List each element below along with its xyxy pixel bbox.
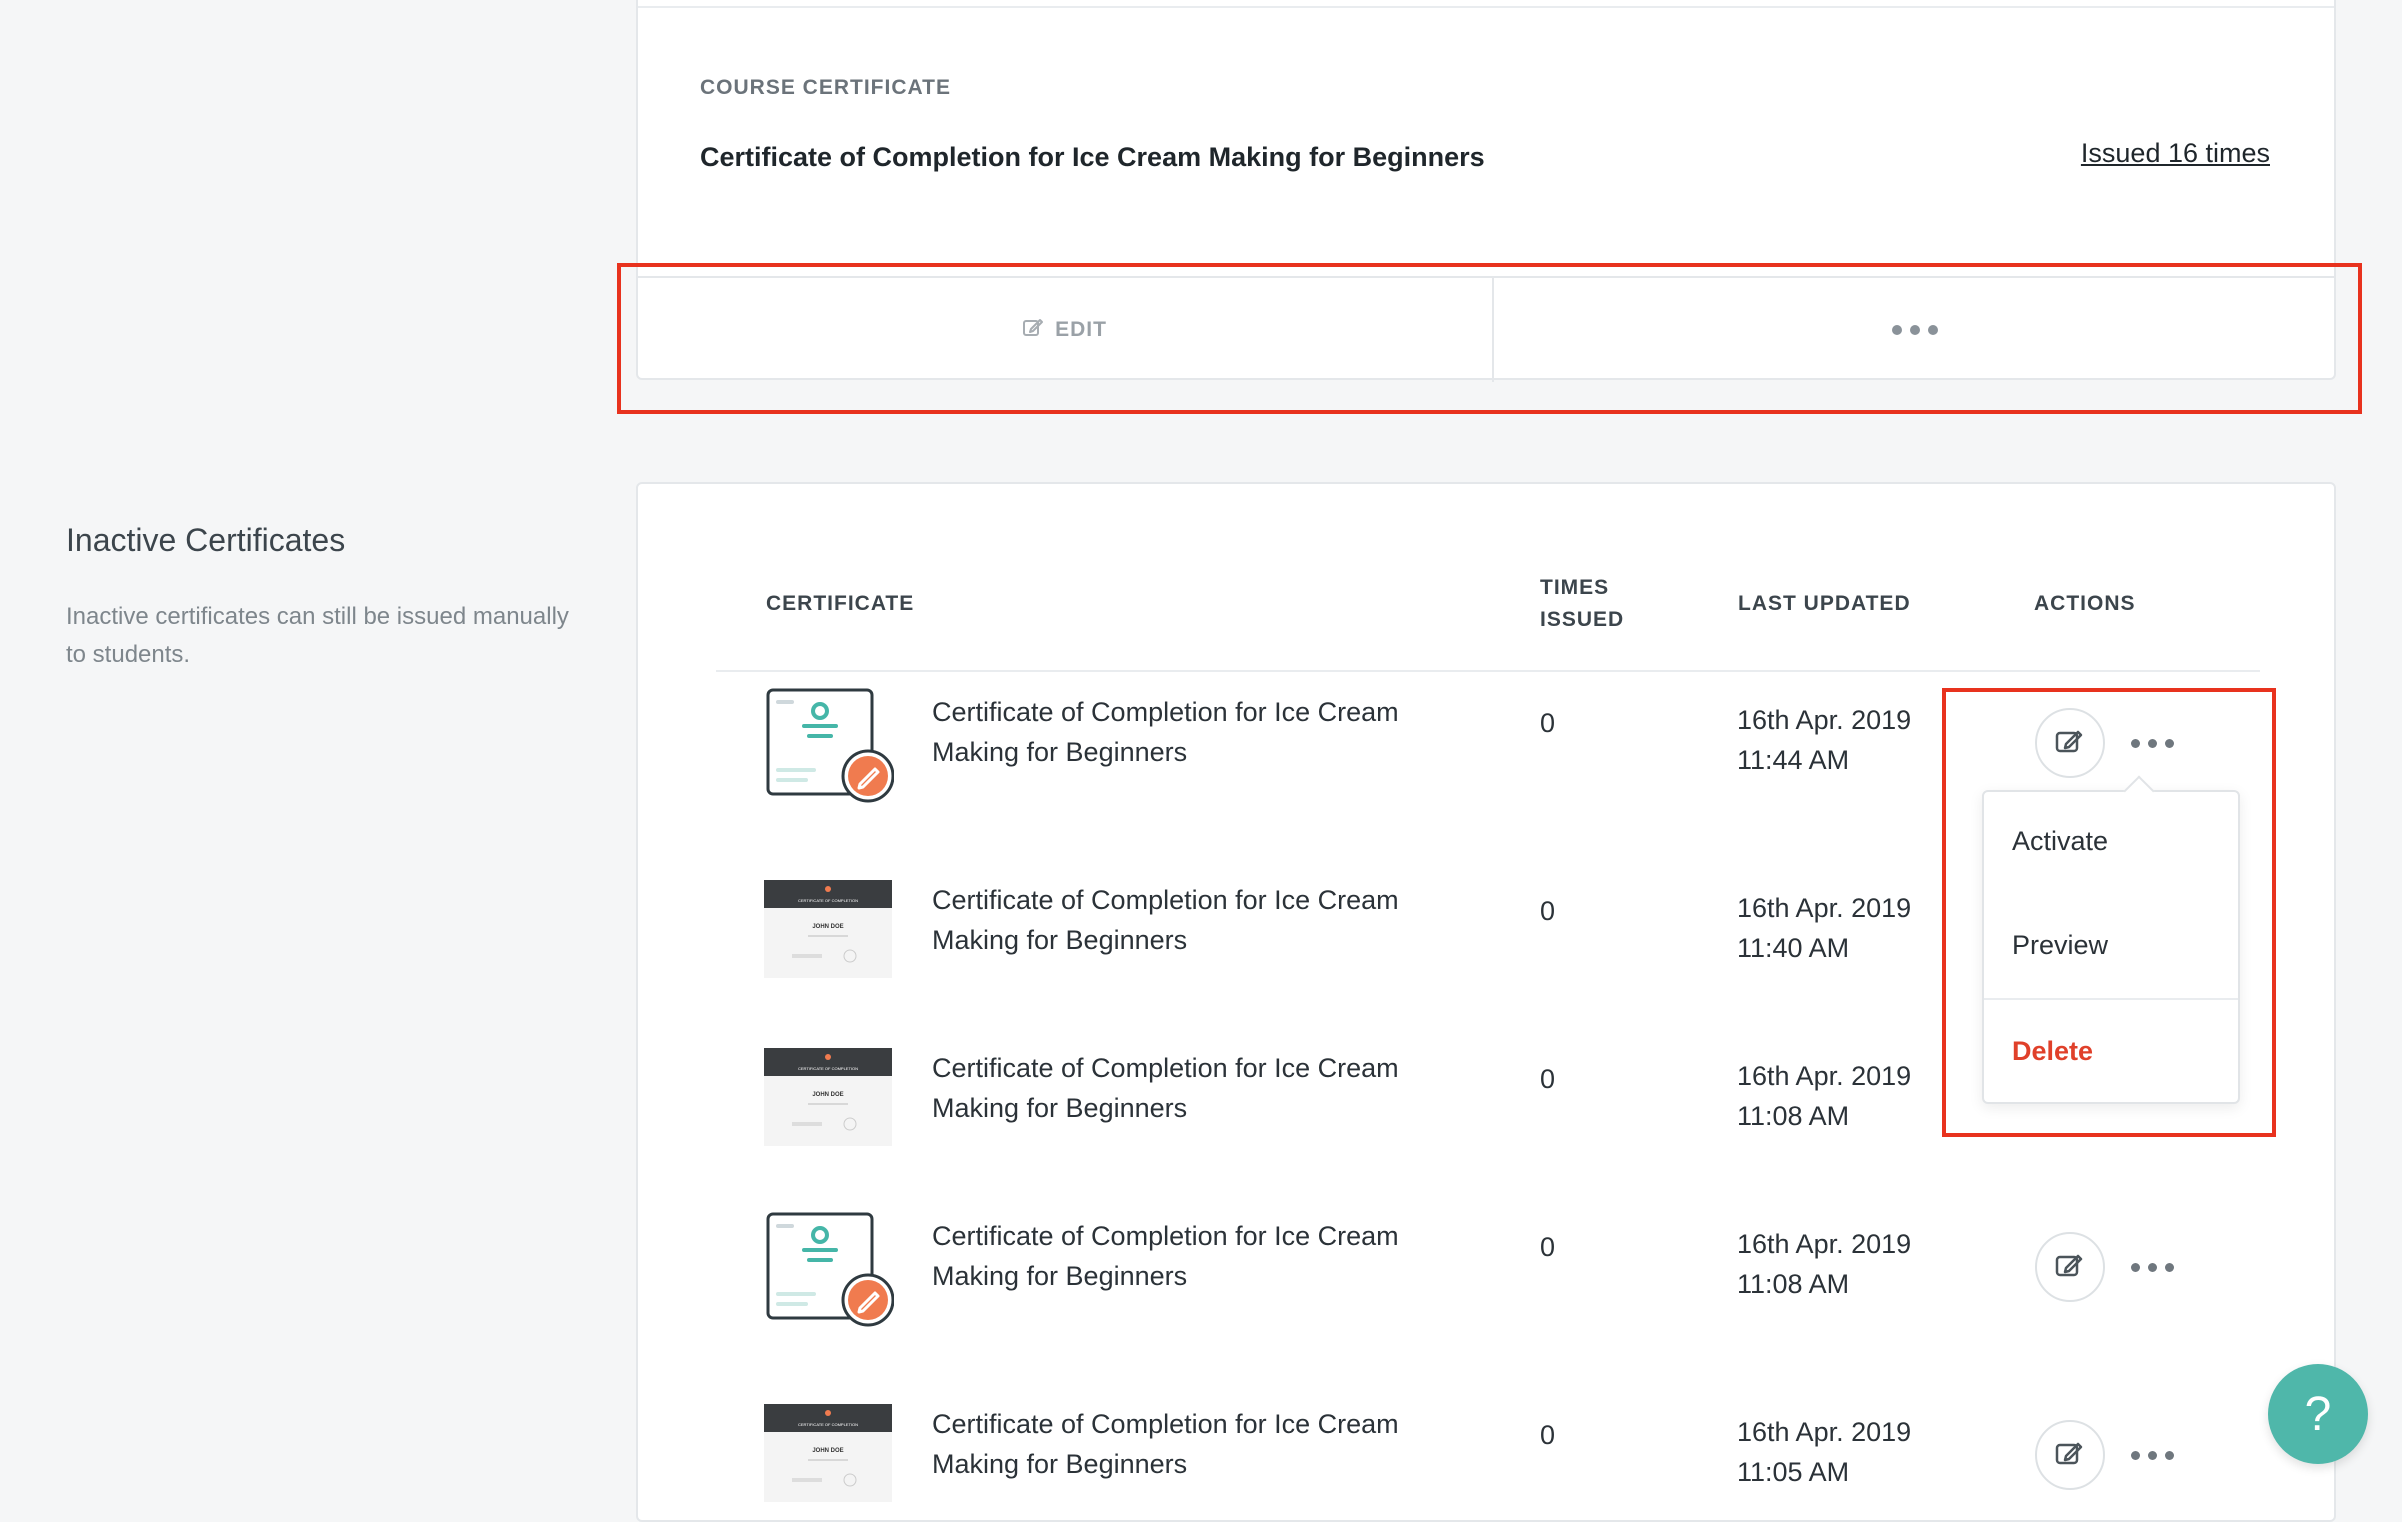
preview-menu-item[interactable]: Preview xyxy=(2012,930,2108,961)
last-updated-time: 11:05 AM xyxy=(1737,1457,1850,1487)
dropdown-divider xyxy=(1984,998,2238,1000)
last-updated-value: 16th Apr. 2019 11:05 AM xyxy=(1737,1412,1911,1492)
course-certificate-label: COURSE CERTIFICATE xyxy=(700,76,951,99)
ellipsis-icon xyxy=(2130,738,2174,748)
last-updated-value: 16th Apr. 2019 11:08 AM xyxy=(1737,1224,1911,1304)
column-header-times-issued: TIMES ISSUED xyxy=(1540,572,1624,636)
column-header-actions: ACTIONS xyxy=(2034,592,2136,615)
row-more-button[interactable] xyxy=(2127,1252,2177,1282)
certificate-name-line1: Certificate of Completion for Ice Cream xyxy=(932,885,1399,915)
certificate-name-line2: Making for Beginners xyxy=(932,1449,1188,1479)
last-updated-date: 16th Apr. 2019 xyxy=(1737,1229,1912,1259)
certificate-name-line1: Certificate of Completion for Ice Cream xyxy=(932,1409,1399,1439)
row-edit-button[interactable] xyxy=(2035,1232,2105,1302)
last-updated-date: 16th Apr. 2019 xyxy=(1737,1417,1912,1447)
certificate-preview-image: CERTIFICATE OF COMPLETION JOHN DOE xyxy=(764,1048,894,1160)
svg-text:CERTIFICATE OF COMPLETION: CERTIFICATE OF COMPLETION xyxy=(798,1066,858,1071)
edit-label: EDIT xyxy=(1055,318,1107,341)
more-options-button[interactable] xyxy=(1494,278,2336,382)
header-divider xyxy=(716,670,2260,672)
times-issued-value: 0 xyxy=(1540,708,1556,738)
svg-text:JOHN DOE: JOHN DOE xyxy=(812,1092,843,1098)
certificate-preview-image: CERTIFICATE OF COMPLETION JOHN DOE xyxy=(764,880,894,992)
certificate-name-line1: Certificate of Completion for Ice Cream xyxy=(932,1221,1399,1251)
column-header-last-updated: LAST UPDATED xyxy=(1738,592,1911,615)
issued-times-link[interactable]: Issued 16 times xyxy=(2081,138,2270,169)
certificate-name-line1: Certificate of Completion for Ice Cream xyxy=(932,697,1399,727)
ellipsis-icon xyxy=(1892,325,1938,335)
times-issued-value: 0 xyxy=(1540,1064,1556,1094)
ellipsis-icon xyxy=(2130,1262,2174,1272)
certificate-name: Certificate of Completion for Ice Cream M… xyxy=(932,692,1472,772)
activate-menu-item[interactable]: Activate xyxy=(2012,826,2108,857)
certificate-name: Certificate of Completion for Ice Cream M… xyxy=(932,1048,1472,1128)
certificate-name-line1: Certificate of Completion for Ice Cream xyxy=(932,1053,1399,1083)
edit-certificate-button[interactable]: EDIT xyxy=(638,278,1494,382)
certificate-name-line2: Making for Beginners xyxy=(932,737,1188,767)
last-updated-value: 16th Apr. 2019 11:44 AM xyxy=(1737,700,1911,780)
delete-menu-item[interactable]: Delete xyxy=(2012,1036,2093,1067)
row-more-button[interactable] xyxy=(2127,728,2177,758)
last-updated-value: 16th Apr. 2019 11:40 AM xyxy=(1737,888,1911,968)
certificate-name: Certificate of Completion for Ice Cream M… xyxy=(932,1216,1472,1296)
edit-icon xyxy=(2054,1439,2086,1472)
svg-text:CERTIFICATE OF COMPLETION: CERTIFICATE OF COMPLETION xyxy=(798,1422,858,1427)
certificate-name: Certificate of Completion for Ice Cream M… xyxy=(932,1404,1472,1484)
ellipsis-icon xyxy=(2130,1450,2174,1460)
last-updated-time: 11:44 AM xyxy=(1737,745,1850,775)
last-updated-time: 11:08 AM xyxy=(1737,1269,1850,1299)
edit-icon xyxy=(1023,317,1045,343)
inactive-certificates-heading: Inactive Certificates xyxy=(66,522,346,558)
last-updated-date: 16th Apr. 2019 xyxy=(1737,705,1912,735)
blank-certificate-icon xyxy=(764,1210,895,1327)
edit-icon xyxy=(2054,727,2086,760)
row-more-button[interactable] xyxy=(2127,1440,2177,1470)
certificate-name-line2: Making for Beginners xyxy=(932,1261,1188,1291)
svg-text:JOHN DOE: JOHN DOE xyxy=(812,1448,843,1454)
column-header-certificate: CERTIFICATE xyxy=(766,592,915,615)
svg-text:CERTIFICATE OF COMPLETION: CERTIFICATE OF COMPLETION xyxy=(798,898,858,903)
times-issued-value: 0 xyxy=(1540,1420,1556,1450)
times-header-line2: ISSUED xyxy=(1540,608,1625,631)
blank-certificate-icon xyxy=(764,686,895,803)
last-updated-value: 16th Apr. 2019 11:08 AM xyxy=(1737,1056,1911,1136)
certificate-name-line2: Making for Beginners xyxy=(932,925,1188,955)
times-issued-value: 0 xyxy=(1540,896,1556,926)
active-certificate-card: COURSE CERTIFICATE Certificate of Comple… xyxy=(636,0,2336,382)
card-top-divider xyxy=(638,0,2334,8)
certificate-name-line2: Making for Beginners xyxy=(932,1093,1188,1123)
certificate-name: Certificate of Completion for Ice Cream M… xyxy=(932,880,1472,960)
svg-text:JOHN DOE: JOHN DOE xyxy=(812,924,843,930)
times-issued-value: 0 xyxy=(1540,1232,1556,1262)
row-edit-button[interactable] xyxy=(2035,1420,2105,1490)
inactive-certificates-description: Inactive certificates can still be issue… xyxy=(66,603,569,668)
row-edit-button[interactable] xyxy=(2035,708,2105,778)
last-updated-time: 11:40 AM xyxy=(1737,933,1850,963)
active-certificate-name: Certificate of Completion for Ice Cream … xyxy=(700,142,1485,172)
last-updated-date: 16th Apr. 2019 xyxy=(1737,1061,1912,1091)
times-header-line1: TIMES xyxy=(1540,576,1610,599)
certificate-preview-image: CERTIFICATE OF COMPLETION JOHN DOE xyxy=(764,1404,894,1516)
row-actions-dropdown: Activate Preview Delete xyxy=(1982,775,2240,1104)
edit-icon xyxy=(2054,1251,2086,1284)
last-updated-date: 16th Apr. 2019 xyxy=(1737,893,1912,923)
card-actions-bar: EDIT xyxy=(638,276,2334,382)
last-updated-time: 11:08 AM xyxy=(1737,1101,1850,1131)
help-button[interactable]: ? xyxy=(2268,1364,2368,1464)
